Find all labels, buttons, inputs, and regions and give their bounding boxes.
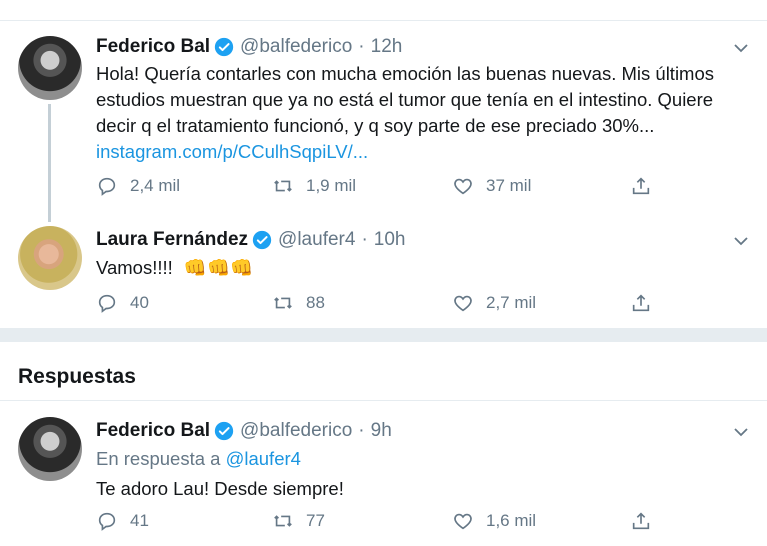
text-line: decir q el tratamiento funcionó, y q soy… [96, 115, 655, 136]
verified-icon [214, 421, 234, 441]
tweet-time[interactable]: 12h [371, 36, 403, 58]
avatar[interactable] [18, 36, 82, 100]
heart-icon [454, 295, 472, 312]
replies-heading: Respuestas [18, 365, 136, 388]
reply-button[interactable]: 40 [96, 292, 149, 314]
fist-emoji: 👊👊👊 [183, 257, 254, 278]
share-button[interactable] [630, 292, 664, 314]
verified-icon [252, 230, 272, 250]
chevron-down-icon[interactable] [733, 40, 749, 56]
tweet-header: Federico Bal @balfederico · 12h [96, 36, 402, 58]
author-name[interactable]: Laura Fernández [96, 229, 248, 251]
text-line: Vamos!!!! [96, 257, 173, 278]
reply-icon [98, 294, 116, 313]
like-count: 2,7 mil [486, 293, 537, 312]
reply-button[interactable]: 2,4 mil [96, 175, 180, 197]
share-icon [632, 294, 650, 312]
section-separator [0, 328, 767, 342]
reply-count: 40 [130, 293, 149, 312]
heart-icon [454, 178, 472, 195]
share-button[interactable] [630, 510, 664, 532]
author-name[interactable]: Federico Bal [96, 36, 210, 58]
like-count: 37 mil [486, 176, 532, 195]
like-button[interactable]: 37 mil [452, 175, 531, 197]
reply-button[interactable]: 41 [96, 510, 149, 532]
tweet-header: Laura Fernández @laufer4 · 10h [96, 229, 405, 251]
tweet-link[interactable]: instagram.com/p/CCulhSqpiLV/... [96, 139, 714, 165]
retweet-count: 1,9 mil [306, 176, 357, 195]
separator-dot: · [361, 229, 368, 250]
retweet-count: 77 [306, 511, 325, 530]
author-handle[interactable]: @balfederico [240, 36, 352, 58]
tweet-text: Vamos!!!! 👊👊👊 [96, 255, 253, 281]
reply-count: 41 [130, 511, 149, 530]
tweet-time[interactable]: 10h [374, 229, 406, 251]
tweet-text: Te adoro Lau! Desde siempre! [96, 476, 344, 502]
avatar[interactable] [18, 226, 82, 290]
in-reply-label: En respuesta a [96, 448, 221, 469]
reply-context: En respuesta a @laufer4 [96, 446, 301, 472]
reply-count: 2,4 mil [130, 176, 181, 195]
author-handle[interactable]: @balfederico [240, 420, 352, 442]
in-reply-handle[interactable]: @laufer4 [226, 448, 301, 469]
reply-icon [98, 177, 116, 196]
action-bar: 2,4 mil 1,9 mil 37 mil [96, 175, 696, 203]
like-button[interactable]: 1,6 mil [452, 510, 536, 532]
tweet-header: Federico Bal @balfederico · 9h [96, 420, 392, 442]
like-count: 1,6 mil [486, 511, 537, 530]
divider [0, 400, 767, 401]
text-line: Hola! Quería contarles con mucha emoción… [96, 63, 714, 84]
share-icon [632, 177, 650, 195]
separator-dot: · [358, 36, 365, 57]
retweet-icon [274, 515, 292, 527]
text-line: estudios muestran que ya no está el tumo… [96, 89, 714, 110]
retweet-button[interactable]: 1,9 mil [272, 175, 356, 197]
verified-icon [214, 37, 234, 57]
top-divider [0, 20, 767, 21]
avatar[interactable] [18, 417, 82, 481]
chevron-down-icon[interactable] [733, 424, 749, 440]
reply-icon [98, 512, 116, 531]
retweet-count: 88 [306, 293, 325, 312]
like-button[interactable]: 2,7 mil [452, 292, 536, 314]
retweet-button[interactable]: 77 [272, 510, 325, 532]
share-button[interactable] [630, 175, 664, 197]
action-bar: 41 77 1,6 mil [96, 510, 696, 538]
author-handle[interactable]: @laufer4 [278, 229, 355, 251]
tweet-text: Hola! Quería contarles con mucha emoción… [96, 61, 714, 165]
thread-line [48, 104, 51, 222]
retweet-button[interactable]: 88 [272, 292, 325, 314]
tweet-time[interactable]: 9h [371, 420, 392, 442]
separator-dot: · [358, 420, 365, 441]
retweet-icon [274, 297, 292, 309]
share-icon [632, 512, 650, 530]
author-name[interactable]: Federico Bal [96, 420, 210, 442]
retweet-icon [274, 180, 292, 192]
heart-icon [454, 513, 472, 530]
text-line: Te adoro Lau! Desde siempre! [96, 478, 344, 499]
chevron-down-icon[interactable] [733, 233, 749, 249]
action-bar: 40 88 2,7 mil [96, 292, 696, 320]
